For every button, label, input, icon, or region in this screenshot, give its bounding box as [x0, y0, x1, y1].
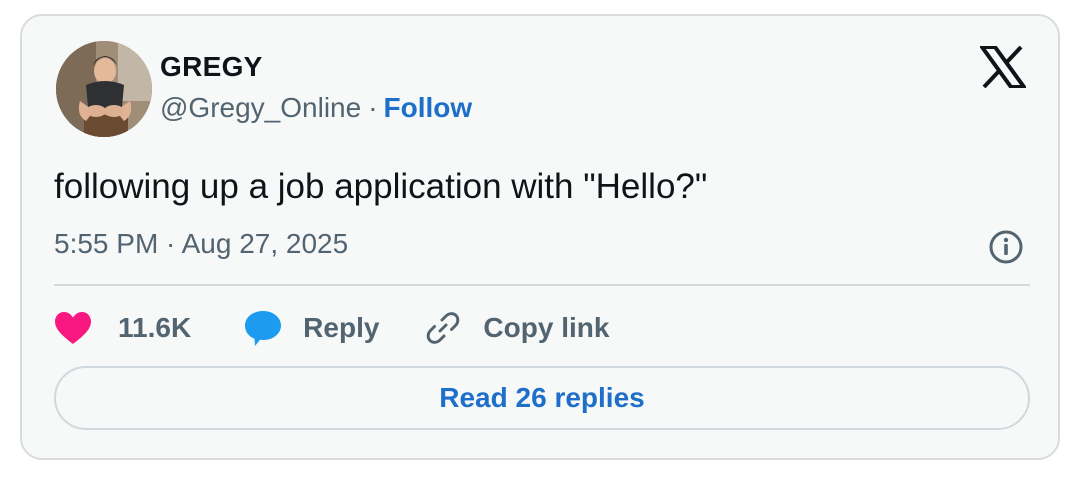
- divider: [54, 284, 1030, 286]
- like-count: 11.6K: [118, 312, 192, 343]
- author-avatar[interactable]: [56, 41, 152, 137]
- follow-link[interactable]: Follow: [384, 92, 473, 123]
- x-logo-icon[interactable]: [980, 46, 1026, 88]
- copy-link-button[interactable]: Copy link: [425, 310, 609, 346]
- post-text: following up a job application with "Hel…: [54, 167, 708, 206]
- info-icon[interactable]: [988, 229, 1024, 265]
- profile-photo-icon: [56, 41, 152, 137]
- author-meta-row: @Gregy_Online · Follow: [160, 92, 472, 124]
- embedded-post-card: GREGY @Gregy_Online · Follow following up …: [20, 14, 1060, 460]
- reply-button[interactable]: Reply: [243, 309, 379, 347]
- speech-bubble-icon: [245, 311, 282, 346]
- author-handle[interactable]: @Gregy_Online: [160, 92, 361, 123]
- heart-icon: [55, 312, 91, 344]
- read-replies-button[interactable]: Read 26 replies: [54, 366, 1030, 430]
- action-bar: 11.6K Reply Copy link: [54, 306, 609, 350]
- read-replies-label: Read 26 replies: [439, 382, 645, 413]
- separator-dot: ·: [368, 92, 378, 123]
- author-display-name[interactable]: GREGY: [160, 51, 263, 83]
- like-button[interactable]: 11.6K: [54, 311, 191, 345]
- link-icon: [427, 312, 460, 344]
- reply-label: Reply: [303, 312, 380, 343]
- post-timestamp[interactable]: 5:55 PM · Aug 27, 2025: [54, 228, 348, 260]
- copy-link-label: Copy link: [483, 312, 610, 343]
